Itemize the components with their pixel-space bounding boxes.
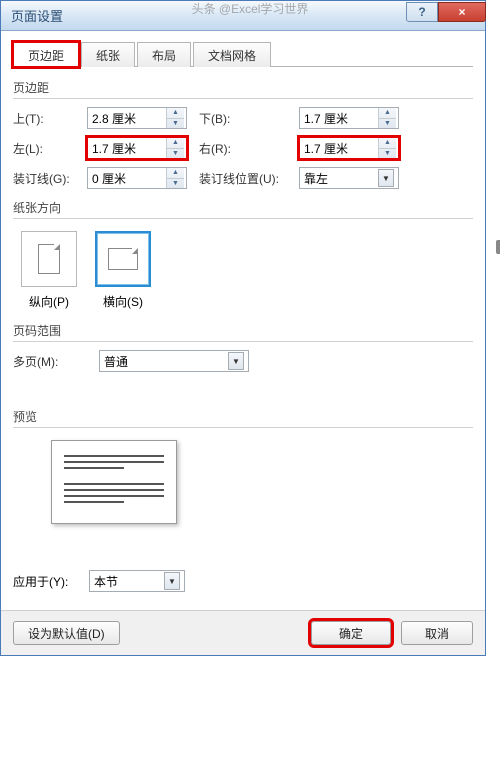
help-button[interactable]: ? xyxy=(406,2,438,22)
orientation-group: 纸张方向 纵向(P) 横向(S) xyxy=(13,199,473,312)
gutter-input[interactable]: ▲▼ xyxy=(87,167,187,189)
tab-margins[interactable]: 页边距 xyxy=(13,42,79,67)
titlebar: 页面设置 ? × xyxy=(1,1,485,31)
bottom-margin-field[interactable] xyxy=(300,108,378,128)
left-margin-spinner[interactable]: ▲▼ xyxy=(166,138,184,158)
scrollbar-fragment xyxy=(496,240,500,254)
apply-to-value: 本节 xyxy=(94,573,164,590)
multi-page-label: 多页(M): xyxy=(13,353,93,370)
right-margin-label: 右(R): xyxy=(193,140,293,157)
landscape-icon xyxy=(95,231,151,287)
gutter-label: 装订线(G): xyxy=(13,170,81,187)
left-margin-input[interactable]: ▲▼ xyxy=(87,137,187,159)
left-margin-label: 左(L): xyxy=(13,140,81,157)
portrait-label: 纵向(P) xyxy=(21,293,77,310)
preview-group-title: 预览 xyxy=(13,408,473,428)
gutter-field[interactable] xyxy=(88,168,166,188)
bottom-margin-spinner[interactable]: ▲▼ xyxy=(378,108,396,128)
preview-group: 预览 xyxy=(13,408,473,524)
orientation-portrait[interactable]: 纵向(P) xyxy=(21,231,77,310)
apply-to-select[interactable]: 本节 ▼ xyxy=(89,570,185,592)
gutter-pos-value: 靠左 xyxy=(304,170,378,187)
multi-page-select[interactable]: 普通 ▼ xyxy=(99,350,249,372)
close-button[interactable]: × xyxy=(438,2,486,22)
top-margin-spinner[interactable]: ▲▼ xyxy=(166,108,184,128)
tab-layout[interactable]: 布局 xyxy=(137,42,191,67)
chevron-down-icon[interactable]: ▼ xyxy=(378,169,394,187)
chevron-down-icon[interactable]: ▼ xyxy=(228,352,244,370)
preview-page-icon xyxy=(51,440,177,524)
dialog-body: 页边距 纸张 布局 文档网格 页边距 上(T): ▲▼ 下(B): ▲▼ 左(L xyxy=(1,31,485,610)
multi-page-value: 普通 xyxy=(104,353,228,370)
portrait-icon xyxy=(21,231,77,287)
bottom-margin-label: 下(B): xyxy=(193,110,293,127)
right-margin-spinner[interactable]: ▲▼ xyxy=(378,138,396,158)
ok-button[interactable]: 确定 xyxy=(311,621,391,645)
pages-group: 页码范围 多页(M): 普通 ▼ xyxy=(13,322,473,372)
top-margin-field[interactable] xyxy=(88,108,166,128)
top-margin-input[interactable]: ▲▼ xyxy=(87,107,187,129)
set-default-button[interactable]: 设为默认值(D) xyxy=(13,621,120,645)
tab-strip: 页边距 纸张 布局 文档网格 xyxy=(13,41,473,67)
bottom-margin-input[interactable]: ▲▼ xyxy=(299,107,399,129)
button-bar: 设为默认值(D) 确定 取消 xyxy=(1,610,485,655)
landscape-label: 横向(S) xyxy=(95,293,151,310)
window-title: 页面设置 xyxy=(11,6,406,25)
left-margin-field[interactable] xyxy=(88,138,166,158)
orientation-group-title: 纸张方向 xyxy=(13,199,473,219)
orientation-landscape[interactable]: 横向(S) xyxy=(95,231,151,310)
tab-grid[interactable]: 文档网格 xyxy=(193,42,271,67)
gutter-pos-label: 装订线位置(U): xyxy=(193,170,293,187)
apply-to-label: 应用于(Y): xyxy=(13,573,89,590)
chevron-down-icon[interactable]: ▼ xyxy=(164,572,180,590)
page-setup-dialog: 页面设置 ? × 页边距 纸张 布局 文档网格 页边距 上(T): ▲▼ 下(B… xyxy=(0,0,486,656)
top-margin-label: 上(T): xyxy=(13,110,81,127)
tab-paper[interactable]: 纸张 xyxy=(81,42,135,67)
margins-group-title: 页边距 xyxy=(13,79,473,99)
gutter-spinner[interactable]: ▲▼ xyxy=(166,168,184,188)
pages-group-title: 页码范围 xyxy=(13,322,473,342)
right-margin-field[interactable] xyxy=(300,138,378,158)
margins-group: 页边距 上(T): ▲▼ 下(B): ▲▼ 左(L): ▲▼ xyxy=(13,79,473,189)
gutter-pos-select[interactable]: 靠左 ▼ xyxy=(299,167,399,189)
right-margin-input[interactable]: ▲▼ xyxy=(299,137,399,159)
cancel-button[interactable]: 取消 xyxy=(401,621,473,645)
